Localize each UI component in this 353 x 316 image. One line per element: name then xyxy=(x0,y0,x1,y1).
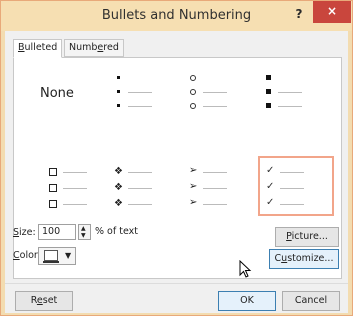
color-label: Color xyxy=(13,250,38,261)
customize-button[interactable]: Customize... xyxy=(269,249,339,269)
picture-label: icture... xyxy=(291,231,328,242)
box-bullet-icon xyxy=(49,184,57,192)
square-bullet-icon xyxy=(266,75,271,80)
paint-bucket-icon xyxy=(44,250,58,261)
spin-down-icon[interactable]: ▼ xyxy=(81,233,88,239)
ok-button[interactable]: OK xyxy=(218,291,276,311)
color-swatch xyxy=(43,261,59,263)
tab-bulleted[interactable]: Bulleted xyxy=(13,39,63,58)
size-spinner[interactable]: ▲ ▼ xyxy=(78,224,91,240)
diamond-bullet-icon: ❖ xyxy=(114,166,123,177)
check-bullet-icon: ✓ xyxy=(266,165,275,176)
diamond-bullet-icon: ❖ xyxy=(114,182,123,193)
reset-button[interactable]: Reset xyxy=(15,291,73,311)
tab-numbered-label-end: red xyxy=(103,42,119,53)
bullet-style-hollow-box[interactable] xyxy=(49,166,113,220)
diamond-bullet-icon: ❖ xyxy=(114,198,123,209)
bullet-style-filled-square[interactable] xyxy=(264,72,328,126)
check-bullet-icon: ✓ xyxy=(266,197,275,208)
tab-numbered-label-start: Numb xyxy=(69,42,98,53)
arrow-bullet-icon: ➢ xyxy=(189,181,198,192)
title-bar[interactable]: Bullets and Numbering ? × xyxy=(1,1,352,31)
bullet-style-none[interactable]: None xyxy=(22,68,102,122)
close-button[interactable]: × xyxy=(313,1,351,23)
box-bullet-icon xyxy=(49,200,57,208)
check-bullet-icon: ✓ xyxy=(266,181,275,192)
color-picker-button[interactable]: ▼ xyxy=(38,247,76,265)
dot-bullet-icon xyxy=(117,76,120,79)
tab-numbered[interactable]: Numbered xyxy=(64,39,124,57)
bullet-style-small-dot[interactable] xyxy=(114,72,178,126)
size-input[interactable]: 100 xyxy=(38,224,76,240)
circle-bullet-icon xyxy=(190,103,196,109)
circle-bullet-icon xyxy=(190,89,196,95)
bullet-style-hollow-circle[interactable] xyxy=(189,72,253,126)
dialog-footer: Reset OK Cancel xyxy=(5,283,348,313)
dot-bullet-icon xyxy=(117,90,120,93)
tab-bulleted-label: ulleted xyxy=(24,42,58,53)
color-label-accelerator: C xyxy=(13,250,20,261)
customize-label-end: stomize... xyxy=(287,253,334,264)
color-label-text: olor xyxy=(19,250,38,261)
box-bullet-icon xyxy=(49,168,57,176)
mouse-pointer-icon xyxy=(239,260,252,278)
square-bullet-icon xyxy=(266,103,271,108)
dot-bullet-icon xyxy=(117,104,120,107)
bullets-and-numbering-dialog: Bullets and Numbering ? × Bulleted Numbe… xyxy=(0,0,353,316)
picture-button[interactable]: Picture... xyxy=(275,227,339,247)
bullet-style-arrowhead[interactable]: ➢ ➢ ➢ xyxy=(189,165,253,220)
size-label: Size: xyxy=(13,227,36,238)
bullet-style-check-mark[interactable]: ✓ ✓ ✓ xyxy=(258,156,334,216)
chevron-down-icon: ▼ xyxy=(65,251,72,260)
help-button[interactable]: ? xyxy=(287,5,311,23)
size-label-text: ize: xyxy=(19,227,36,238)
arrow-bullet-icon: ➢ xyxy=(189,197,198,208)
none-label: None xyxy=(40,86,74,101)
reset-label-end: set xyxy=(42,295,58,306)
circle-bullet-icon xyxy=(190,75,196,81)
bullet-style-four-diamond[interactable]: ❖ ❖ ❖ xyxy=(114,166,178,220)
arrow-bullet-icon: ➢ xyxy=(189,165,198,176)
square-bullet-icon xyxy=(266,89,271,94)
cancel-button[interactable]: Cancel xyxy=(282,291,340,311)
dialog-body: Bulleted Numbered None ❖ ❖ ❖ ➢ ➢ ➢ ✓ ✓ ✓… xyxy=(5,31,348,313)
percent-of-text-label: % of text xyxy=(95,226,138,237)
